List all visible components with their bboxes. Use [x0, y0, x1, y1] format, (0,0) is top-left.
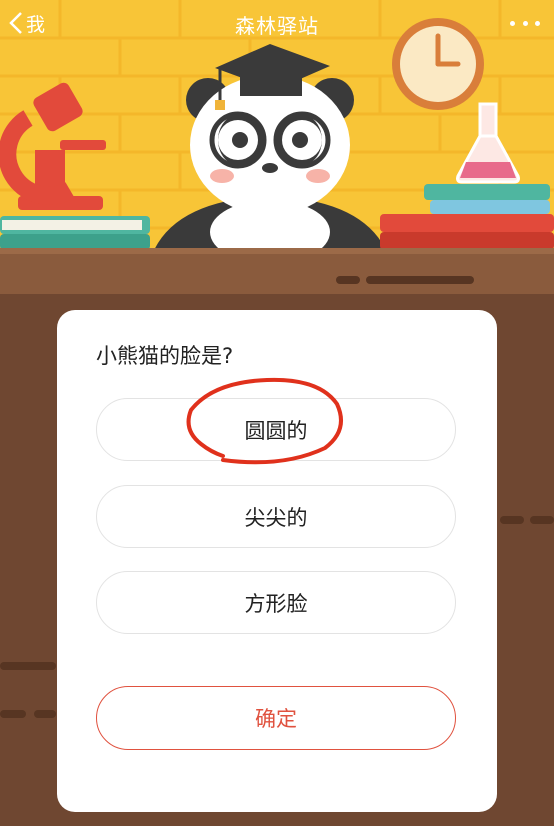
quiz-card: 小熊猫的脸是? 圆圆的 尖尖的 方形脸 确定: [57, 310, 497, 812]
books-left-icon: [0, 216, 150, 250]
question-text: 小熊猫的脸是?: [96, 344, 234, 368]
option-3[interactable]: 方形脸: [96, 571, 456, 634]
page-title: 森林驿站: [235, 14, 319, 38]
desk-top: [0, 248, 554, 294]
option-2[interactable]: 尖尖的: [96, 485, 456, 548]
books-right-icon: [380, 184, 554, 250]
more-button[interactable]: [510, 18, 540, 28]
navigation-bar: 我 森林驿站: [0, 0, 554, 46]
flask-icon: [456, 102, 520, 184]
confirm-button[interactable]: 确定: [96, 686, 456, 750]
more-dots-icon: [510, 20, 515, 26]
option-1[interactable]: 圆圆的: [96, 398, 456, 461]
